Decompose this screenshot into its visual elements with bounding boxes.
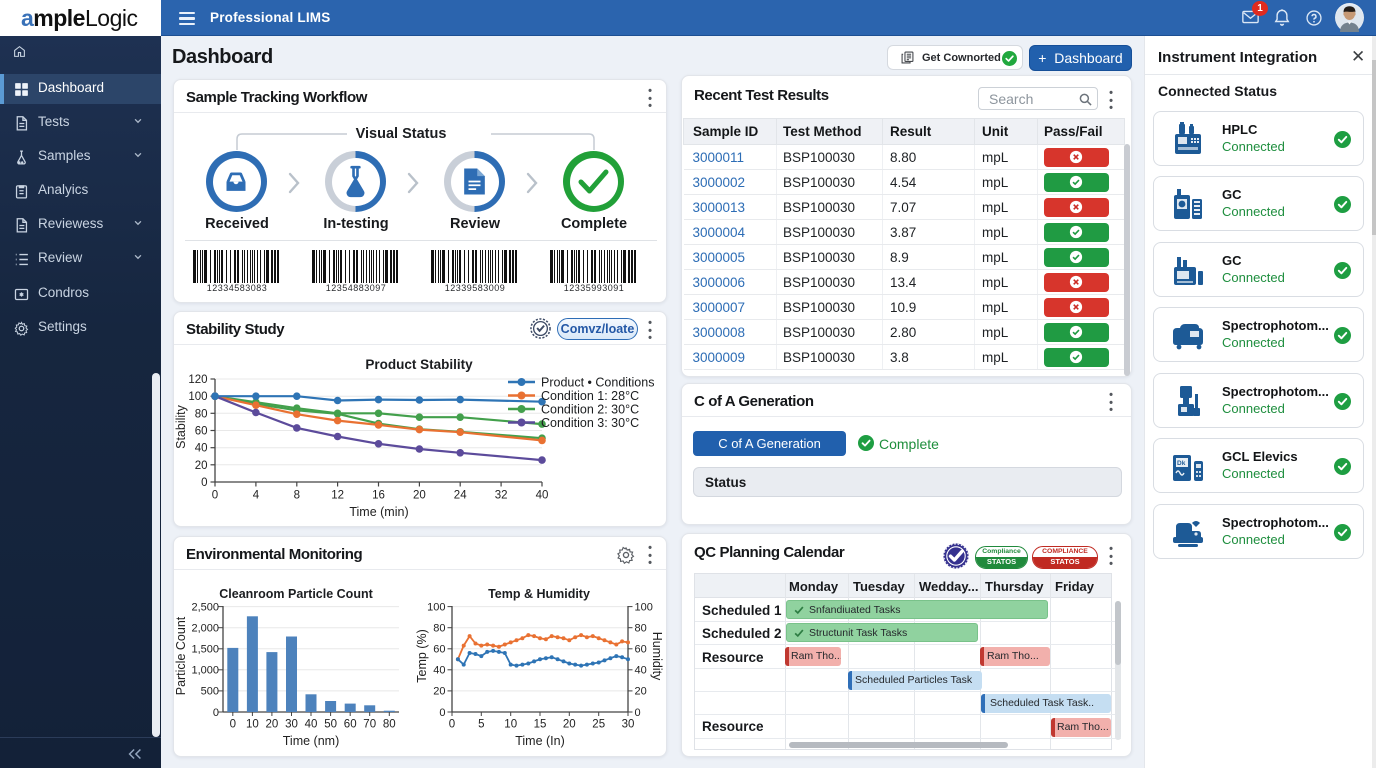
svg-text:Condition 1: 28°C: Condition 1: 28°C bbox=[541, 389, 639, 403]
svg-text:30: 30 bbox=[285, 719, 298, 731]
svg-text:2,000: 2,000 bbox=[191, 623, 219, 635]
svg-text:4: 4 bbox=[253, 490, 260, 502]
svg-text:0: 0 bbox=[213, 707, 219, 719]
svg-text:80: 80 bbox=[635, 623, 647, 635]
svg-text:0: 0 bbox=[212, 490, 218, 502]
svg-text:20: 20 bbox=[413, 490, 426, 502]
svg-text:20: 20 bbox=[635, 686, 647, 698]
svg-text:60: 60 bbox=[635, 644, 647, 656]
svg-text:500: 500 bbox=[201, 686, 219, 698]
svg-text:70: 70 bbox=[363, 719, 376, 731]
svg-text:2,500: 2,500 bbox=[191, 601, 219, 613]
svg-text:20: 20 bbox=[266, 719, 279, 731]
svg-text:80: 80 bbox=[195, 408, 208, 420]
svg-text:60: 60 bbox=[433, 644, 445, 656]
svg-text:25: 25 bbox=[592, 719, 605, 731]
svg-text:Condition 2: 30°C: Condition 2: 30°C bbox=[541, 402, 639, 416]
svg-text:12: 12 bbox=[331, 490, 344, 502]
svg-text:Dk: Dk bbox=[1177, 460, 1186, 467]
svg-text:50: 50 bbox=[324, 719, 337, 731]
svg-text:30: 30 bbox=[622, 719, 635, 731]
svg-text:0: 0 bbox=[230, 719, 236, 731]
svg-text:Condition 3: 30°C: Condition 3: 30°C bbox=[541, 416, 639, 430]
svg-text:100: 100 bbox=[188, 391, 207, 403]
svg-text:20: 20 bbox=[195, 460, 208, 472]
svg-text:15: 15 bbox=[534, 719, 547, 731]
svg-text:32: 32 bbox=[495, 490, 508, 502]
svg-text:16: 16 bbox=[372, 490, 385, 502]
svg-text:60: 60 bbox=[344, 719, 357, 731]
svg-text:0: 0 bbox=[449, 719, 455, 731]
svg-text:1,500: 1,500 bbox=[191, 644, 219, 656]
svg-text:0: 0 bbox=[635, 707, 641, 719]
svg-text:1,000: 1,000 bbox=[191, 665, 219, 677]
svg-text:0: 0 bbox=[201, 477, 207, 489]
svg-text:20: 20 bbox=[433, 686, 445, 698]
svg-text:40: 40 bbox=[635, 665, 647, 677]
svg-text:5: 5 bbox=[478, 719, 484, 731]
svg-text:100: 100 bbox=[427, 601, 445, 613]
svg-text:100: 100 bbox=[635, 601, 653, 613]
svg-text:0: 0 bbox=[439, 707, 445, 719]
svg-text:10: 10 bbox=[246, 719, 259, 731]
svg-text:24: 24 bbox=[454, 490, 467, 502]
svg-text:20: 20 bbox=[563, 719, 576, 731]
svg-text:40: 40 bbox=[305, 719, 318, 731]
svg-text:Product • Conditions: Product • Conditions bbox=[541, 376, 654, 389]
svg-text:120: 120 bbox=[188, 374, 207, 386]
svg-text:80: 80 bbox=[433, 623, 445, 635]
svg-text:8: 8 bbox=[294, 490, 300, 502]
svg-text:40: 40 bbox=[195, 443, 208, 455]
svg-text:40: 40 bbox=[433, 665, 445, 677]
svg-text:60: 60 bbox=[195, 426, 208, 438]
svg-text:40: 40 bbox=[536, 490, 549, 502]
svg-text:80: 80 bbox=[383, 719, 396, 731]
svg-text:10: 10 bbox=[504, 719, 517, 731]
